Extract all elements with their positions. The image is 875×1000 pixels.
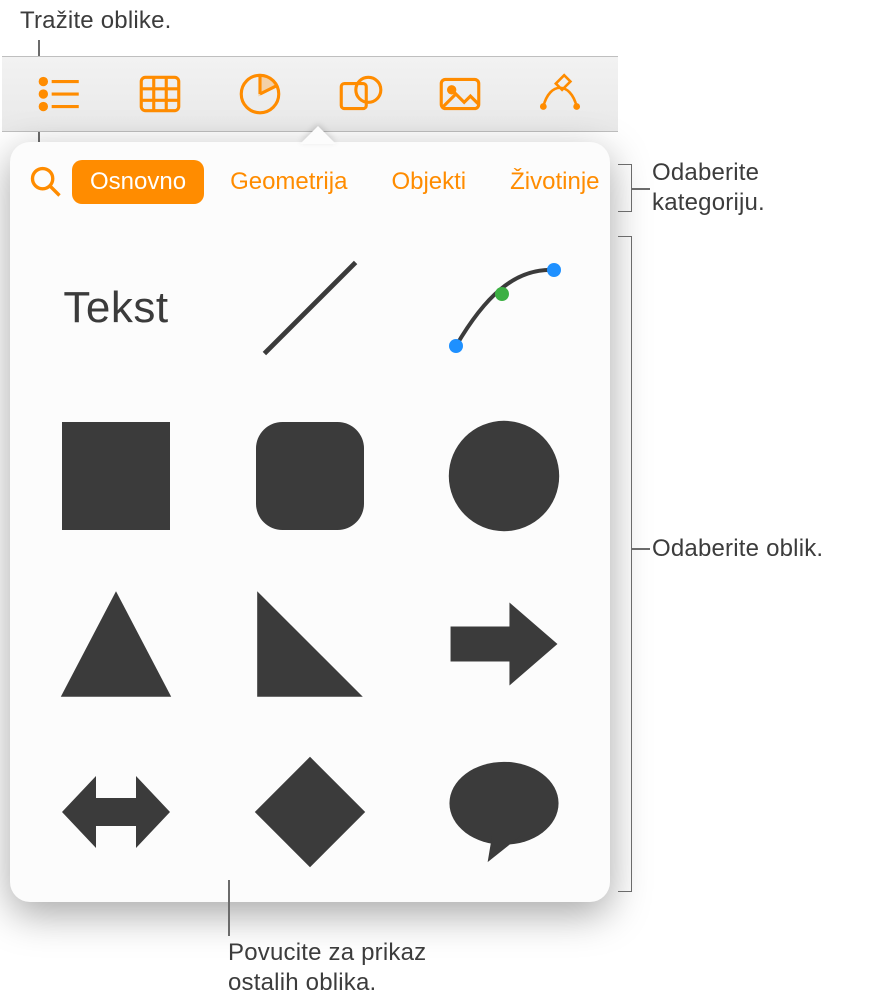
category-tab-zivotinje[interactable]: Životinje bbox=[492, 160, 610, 204]
shape-arrow-right[interactable] bbox=[434, 584, 574, 704]
toolbar bbox=[2, 56, 618, 132]
shape-grid[interactable]: Tekst bbox=[10, 216, 610, 902]
shape-speech-bubble[interactable] bbox=[434, 752, 574, 872]
shape-text[interactable]: Tekst bbox=[46, 248, 186, 368]
category-tab-geometrija[interactable]: Geometrija bbox=[212, 160, 365, 204]
category-bar: Osnovno Geometrija Objekti Životinje bbox=[10, 142, 610, 216]
shapes-popover: Osnovno Geometrija Objekti Životinje Tek… bbox=[10, 142, 610, 902]
shape-square[interactable] bbox=[46, 416, 186, 536]
bracket-shape bbox=[618, 236, 632, 892]
search-icon[interactable] bbox=[28, 160, 64, 204]
toolbar-draw-icon[interactable] bbox=[532, 66, 588, 122]
toolbar-list-icon[interactable] bbox=[32, 66, 88, 122]
shape-text-label: Tekst bbox=[63, 283, 168, 333]
category-tab-osnovno[interactable]: Osnovno bbox=[72, 160, 204, 204]
toolbar-shape-icon[interactable] bbox=[332, 66, 388, 122]
callout-drag: Povucite za prikaz ostalih oblika. bbox=[228, 938, 488, 998]
shape-right-triangle[interactable] bbox=[240, 584, 380, 704]
shape-rounded-square[interactable] bbox=[240, 416, 380, 536]
toolbar-image-icon[interactable] bbox=[432, 66, 488, 122]
shape-bezier[interactable] bbox=[434, 248, 574, 368]
category-tab-objekti[interactable]: Objekti bbox=[373, 160, 484, 204]
popover-pointer bbox=[300, 126, 336, 144]
shape-arrow-both[interactable] bbox=[46, 752, 186, 872]
shape-circle[interactable] bbox=[434, 416, 574, 536]
callout-search: Tražite oblike. bbox=[20, 6, 172, 36]
callout-category: Odaberite kategoriju. bbox=[652, 158, 875, 218]
callout-drag-line bbox=[228, 880, 230, 936]
shape-line[interactable] bbox=[240, 248, 380, 368]
toolbar-chart-icon[interactable] bbox=[232, 66, 288, 122]
callout-category-line bbox=[632, 188, 650, 190]
toolbar-table-icon[interactable] bbox=[132, 66, 188, 122]
shape-diamond[interactable] bbox=[240, 752, 380, 872]
callout-shape: Odaberite oblik. bbox=[652, 534, 823, 564]
bracket-category bbox=[618, 164, 632, 212]
shape-triangle[interactable] bbox=[46, 584, 186, 704]
callout-shape-line bbox=[632, 548, 650, 550]
